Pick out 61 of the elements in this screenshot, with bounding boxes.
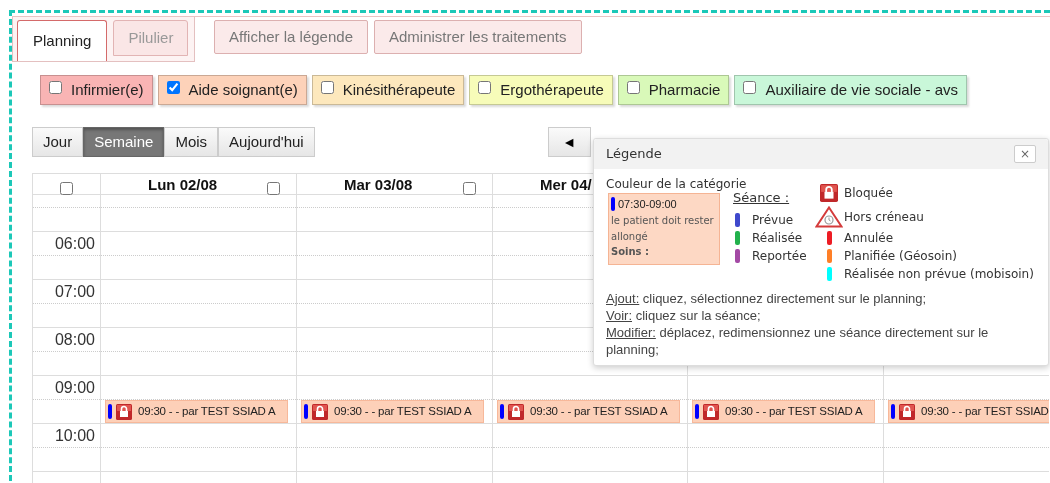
checkbox[interactable] xyxy=(320,80,334,94)
checkbox[interactable] xyxy=(166,80,180,94)
category-filter[interactable]: Infirmier(e) xyxy=(40,75,153,105)
close-button[interactable]: × xyxy=(1014,145,1036,163)
legend-text: Réalisée xyxy=(752,230,803,247)
legend-text: Reportée xyxy=(752,248,807,265)
category-filter[interactable]: Kinésithérapeute xyxy=(311,75,465,105)
category-filter[interactable]: Aide soignant(e) xyxy=(157,75,307,105)
lock-icon xyxy=(820,184,838,202)
calendar-event[interactable]: 09:30 - - par TEST SSIAD A xyxy=(692,400,875,423)
sample-care: Soins : xyxy=(611,244,651,259)
view-button[interactable]: Semaine xyxy=(83,127,165,157)
help-text: Modifier: déplacez, redimensionnez une séance directement sur le planning; xyxy=(606,324,990,358)
event-label: 09:30 - - par TEST SSIAD A xyxy=(725,403,863,419)
view-button[interactable]: Aujourd'hui xyxy=(218,127,315,157)
checkbox[interactable] xyxy=(463,181,476,195)
category-filter[interactable]: Pharmacie xyxy=(617,75,730,105)
checkbox[interactable] xyxy=(49,80,62,94)
calendar-event[interactable]: 09:30 - - par TEST SSIAD xyxy=(888,400,1049,423)
legend-text: Hors créneau xyxy=(844,209,924,226)
legend-text: Bloquée xyxy=(844,185,893,202)
time-label: 10:00 xyxy=(54,426,96,446)
checkbox[interactable] xyxy=(267,181,280,195)
action-button[interactable]: Afficher la légende xyxy=(214,20,368,54)
view-button[interactable]: Mois xyxy=(164,127,219,157)
calendar-event[interactable]: 09:30 - - par TEST SSIAD A xyxy=(301,400,484,423)
time-label: 06:00 xyxy=(54,234,96,254)
event-label: 09:30 - - par TEST SSIAD A xyxy=(530,403,668,419)
category-filter[interactable]: Auxiliaire de vie sociale - avs xyxy=(734,75,968,105)
day-header: Lun 02/08 xyxy=(148,175,218,195)
help-text: Ajout: cliquez, sélectionnez directement sur le planning; xyxy=(606,290,928,307)
time-label: 09:00 xyxy=(54,378,96,398)
calendar-event[interactable]: 09:30 - - par TEST SSIAD A xyxy=(105,400,288,423)
category-filter[interactable]: Ergothérapeute xyxy=(469,75,613,105)
checkbox[interactable] xyxy=(743,80,757,94)
sample-time: 07:30-09:00 xyxy=(618,197,677,212)
time-label: 08:00 xyxy=(54,330,96,350)
event-label: 09:30 - - par TEST SSIAD A xyxy=(334,403,472,419)
action-button[interactable]: Administrer les traitements xyxy=(374,20,582,54)
day-header: Mar 03/08 xyxy=(344,175,413,195)
event-label: 09:30 - - par TEST SSIAD xyxy=(921,403,1049,419)
calendar-event[interactable]: 09:30 - - par TEST SSIAD A xyxy=(497,400,680,423)
sample-note: le patient doit rester allongé xyxy=(611,213,715,244)
legend-text: Prévue xyxy=(752,212,794,229)
legend-text: Couleur de la catégorie xyxy=(606,176,747,192)
warning-clock-icon xyxy=(815,206,843,228)
tab[interactable]: Planning xyxy=(17,20,108,61)
checkbox[interactable] xyxy=(478,80,492,94)
event-label: 09:30 - - par TEST SSIAD A xyxy=(138,403,276,419)
legend-text: Réalisée non prévue (mobisoin) xyxy=(844,266,1034,283)
time-label: 07:00 xyxy=(54,282,96,302)
checkbox[interactable] xyxy=(60,181,73,195)
previous-button[interactable]: ◄ xyxy=(547,127,591,157)
day-header: Mer 04/ xyxy=(540,175,592,195)
section-label: Séance : xyxy=(733,190,790,205)
legend-text: Annulée xyxy=(844,230,894,247)
view-button[interactable]: Jour xyxy=(32,127,84,157)
popup-title: Légende xyxy=(606,145,662,164)
legend-text: Planifiée (Géosoin) xyxy=(844,248,957,265)
help-text: Voir: cliquez sur la séance; xyxy=(606,307,762,324)
checkbox[interactable] xyxy=(626,80,640,94)
